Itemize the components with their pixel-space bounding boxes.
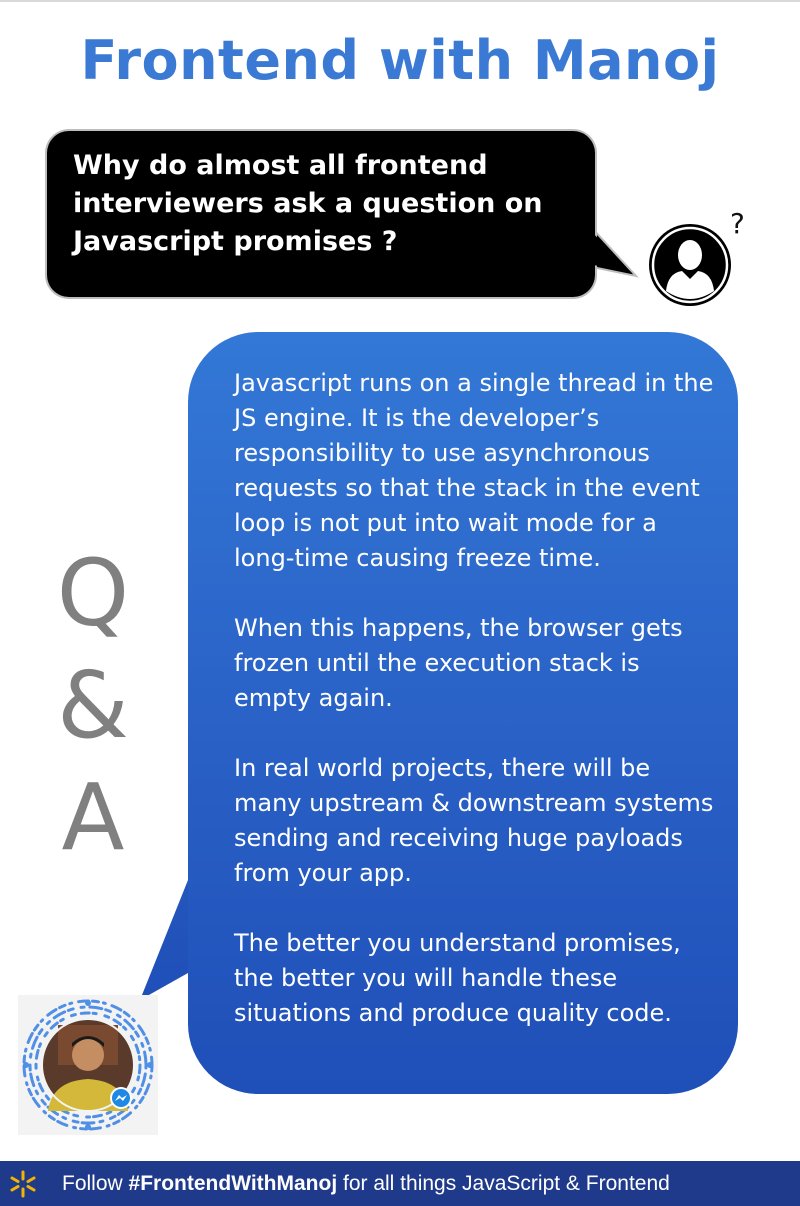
messenger-code-icon[interactable] (18, 995, 158, 1135)
footer-prefix: Follow (62, 1172, 129, 1195)
question-mark: ? (730, 207, 745, 240)
question-line: Why do almost all frontend (73, 150, 488, 181)
answer-text: Javascript runs on a single thread in th… (234, 366, 720, 1066)
answer-paragraph: The better you understand promises, the … (234, 929, 681, 1027)
top-divider (0, 0, 800, 2)
spark-icon (10, 1170, 36, 1198)
question-bubble: Why do almost all frontend interviewers … (47, 131, 595, 297)
qa-q: Q (56, 540, 130, 647)
messenger-badge-icon (110, 1087, 132, 1109)
question-line: Javascript promises ? (73, 226, 398, 257)
question-text: Why do almost all frontend interviewers … (73, 147, 583, 261)
answer-paragraph: In real world projects, there will be ma… (234, 754, 714, 887)
footer-text: Follow #FrontendWithManoj for all things… (62, 1161, 670, 1206)
qa-a: A (61, 764, 125, 871)
answer-paragraph: Javascript runs on a single thread in th… (234, 369, 714, 572)
page-title: Frontend with Manoj (80, 29, 720, 92)
footer-bar: Follow #FrontendWithManoj for all things… (0, 1161, 800, 1206)
question-line: interviewers ask a question on (73, 188, 543, 219)
footer-suffix: for all things JavaScript & Frontend (337, 1172, 670, 1195)
qa-label: Q & A (38, 538, 148, 874)
footer-hashtag-link[interactable]: #FrontendWithManoj (129, 1172, 338, 1195)
user-silhouette-icon (649, 224, 731, 306)
qa-amp: & (57, 652, 129, 759)
answer-bubble: Javascript runs on a single thread in th… (188, 332, 738, 1094)
answer-paragraph: When this happens, the browser gets froz… (234, 614, 683, 712)
